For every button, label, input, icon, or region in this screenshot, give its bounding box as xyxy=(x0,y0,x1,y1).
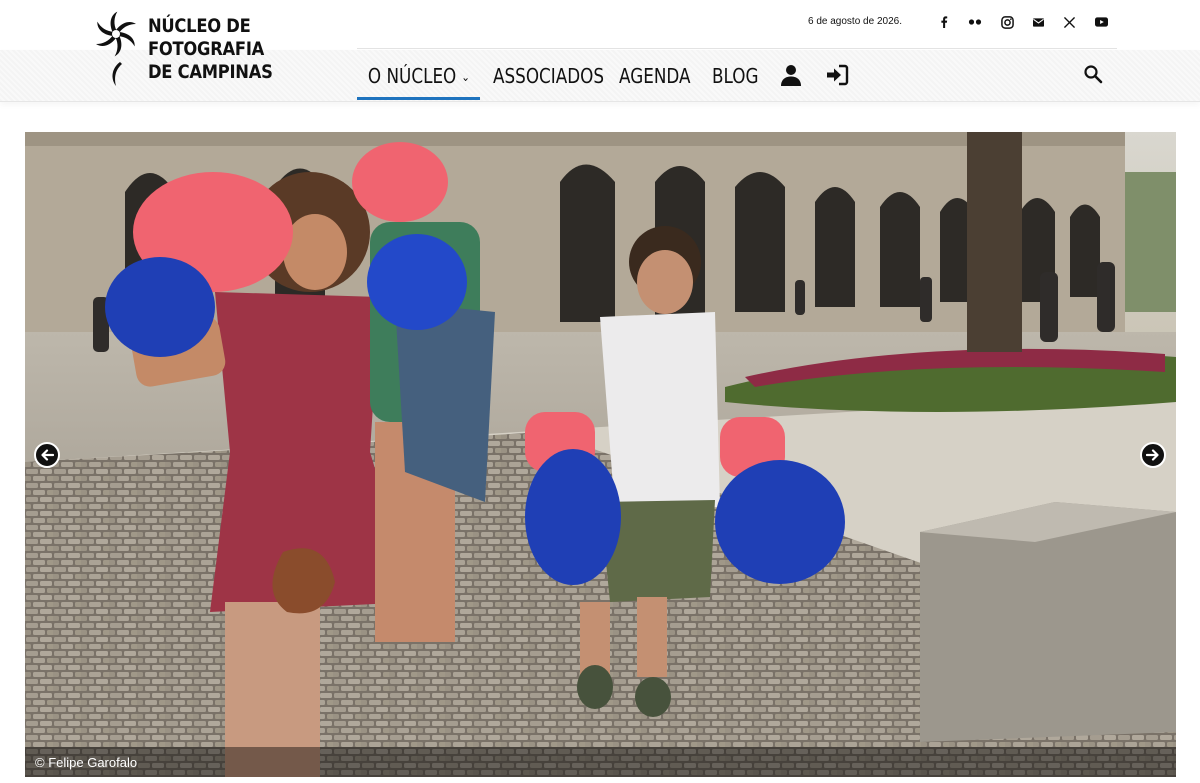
facebook-icon[interactable] xyxy=(935,13,953,31)
x-icon[interactable] xyxy=(1060,13,1078,31)
logo-wordmark: NÚCLEO DE FOTOGRAFIA DE CAMPINAS xyxy=(148,15,273,84)
search-icon[interactable] xyxy=(1083,64,1103,84)
flickr-icon[interactable] xyxy=(966,13,984,31)
arrow-left-icon xyxy=(41,449,54,461)
menu-item-label: BLOG xyxy=(712,63,759,88)
menu-item-label: AGENDA xyxy=(619,63,691,88)
youtube-icon[interactable] xyxy=(1092,13,1110,31)
menu-item-agenda[interactable]: AGENDA xyxy=(619,50,697,101)
menu-item-label: O NÚCLEO xyxy=(367,63,457,88)
logo-line: NÚCLEO DE xyxy=(148,15,251,37)
current-date: 6 de agosto de 2026. xyxy=(808,16,902,27)
logo-line: DE CAMPINAS xyxy=(148,61,273,83)
mail-icon[interactable] xyxy=(1029,13,1047,31)
slider-next-button[interactable] xyxy=(1140,442,1166,468)
photo-credit: © Felipe Garofalo xyxy=(35,755,138,770)
menu-item-o-nucleo[interactable]: O NÚCLEO ⌄ xyxy=(357,50,471,101)
arrow-right-icon xyxy=(1146,449,1159,461)
logo-line: FOTOGRAFIA xyxy=(148,38,265,60)
chevron-down-icon: ⌄ xyxy=(461,69,470,84)
header-divider xyxy=(357,48,1117,49)
aperture-logo-icon xyxy=(96,11,136,86)
instagram-icon[interactable] xyxy=(998,13,1016,31)
user-icon[interactable] xyxy=(779,63,803,87)
login-icon[interactable] xyxy=(825,63,849,87)
active-menu-indicator xyxy=(357,97,480,100)
menu-item-associados[interactable]: ASSOCIADOS xyxy=(493,50,604,101)
photo-caption-bar: © Felipe Garofalo xyxy=(25,747,1176,777)
slider-prev-button[interactable] xyxy=(34,442,60,468)
main-menu: O NÚCLEO ⌄ ASSOCIADOS AGENDA BLOG xyxy=(357,50,772,101)
menu-item-label: ASSOCIADOS xyxy=(493,63,605,88)
featured-photo-slider[interactable]: © Felipe Garofalo xyxy=(25,132,1176,777)
site-logo[interactable]: NÚCLEO DE FOTOGRAFIA DE CAMPINAS xyxy=(90,10,280,90)
menu-item-blog[interactable]: BLOG xyxy=(712,50,762,101)
featured-photo xyxy=(25,132,1176,777)
